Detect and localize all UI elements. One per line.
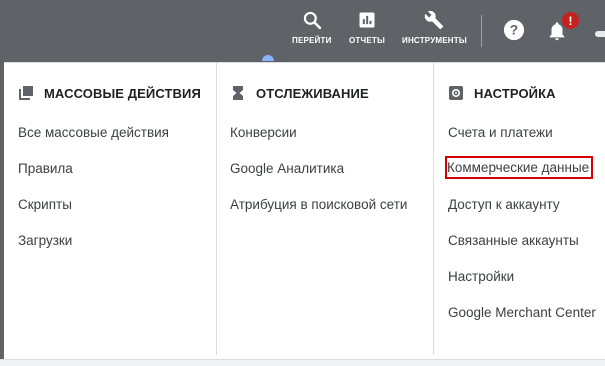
reports-label: ОТЧЕТЫ (349, 36, 385, 45)
tracking-column: ОТСЛЕЖИВАНИЕ Конверсии Google Аналитика … (216, 63, 433, 355)
go-label: ПЕРЕЙТИ (292, 36, 332, 45)
menu-item-account-access[interactable]: Доступ к аккаунту (448, 197, 560, 212)
search-indicator (262, 55, 274, 61)
menu-item-linked-accounts[interactable]: Связанные аккаунты (448, 233, 579, 248)
column-title: ОТСЛЕЖИВАНИЕ (256, 85, 369, 101)
menu-item-business-data[interactable]: Коммерческие данные (444, 156, 594, 179)
menu-item-uploads[interactable]: Загрузки (18, 233, 72, 248)
column-header: НАСТРОЙКА (448, 83, 556, 103)
menu-item-merchant-center[interactable]: Google Merchant Center (448, 305, 596, 320)
tools-button[interactable]: ИНСТРУМЕНТЫ (402, 10, 467, 45)
menu-item-rules[interactable]: Правила (18, 161, 73, 176)
svg-text:?: ? (510, 23, 518, 38)
top-toolbar: ПЕРЕЙТИ ОТЧЕТЫ ИНСТРУМЕНТЫ ? ! (0, 0, 605, 62)
menu-item-scripts[interactable]: Скрипты (18, 197, 72, 212)
tools-label: ИНСТРУМЕНТЫ (402, 36, 467, 45)
bar-chart-icon (359, 12, 375, 28)
account-avatar[interactable] (595, 31, 605, 37)
bulk-actions-column: МАССОВЫЕ ДЕЙСТВИЯ Все массовые действия … (4, 63, 215, 355)
wrench-icon (425, 10, 444, 30)
notification-badge: ! (562, 12, 579, 29)
column-title: НАСТРОЙКА (474, 85, 556, 101)
reports-button[interactable]: ОТЧЕТЫ (349, 10, 385, 45)
bulk-actions-icon (18, 85, 34, 101)
menu-item-preferences[interactable]: Настройки (448, 269, 514, 284)
help-button[interactable]: ? (503, 19, 525, 46)
settings-icon (448, 85, 464, 101)
menu-item-billing[interactable]: Счета и платежи (448, 125, 553, 140)
go-button[interactable]: ПЕРЕЙТИ (292, 10, 332, 45)
column-header: ОТСЛЕЖИВАНИЕ (230, 83, 369, 103)
menu-item-google-analytics[interactable]: Google Аналитика (230, 161, 344, 176)
menu-item-all-bulk-actions[interactable]: Все массовые действия (18, 125, 169, 140)
setup-column: НАСТРОЙКА Счета и платежи Коммерческие д… (433, 63, 605, 355)
menu-item-search-attribution[interactable]: Атрибуция в поисковой сети (230, 197, 407, 212)
menu-item-conversions[interactable]: Конверсии (230, 125, 297, 140)
column-header: МАССОВЫЕ ДЕЙСТВИЯ (18, 83, 201, 103)
hourglass-icon (230, 85, 246, 101)
column-title: МАССОВЫЕ ДЕЙСТВИЯ (44, 85, 201, 101)
tools-menu-panel: МАССОВЫЕ ДЕЙСТВИЯ Все массовые действия … (4, 62, 605, 360)
search-icon (303, 11, 321, 30)
toolbar-divider (481, 15, 482, 47)
help-icon: ? (503, 19, 525, 41)
